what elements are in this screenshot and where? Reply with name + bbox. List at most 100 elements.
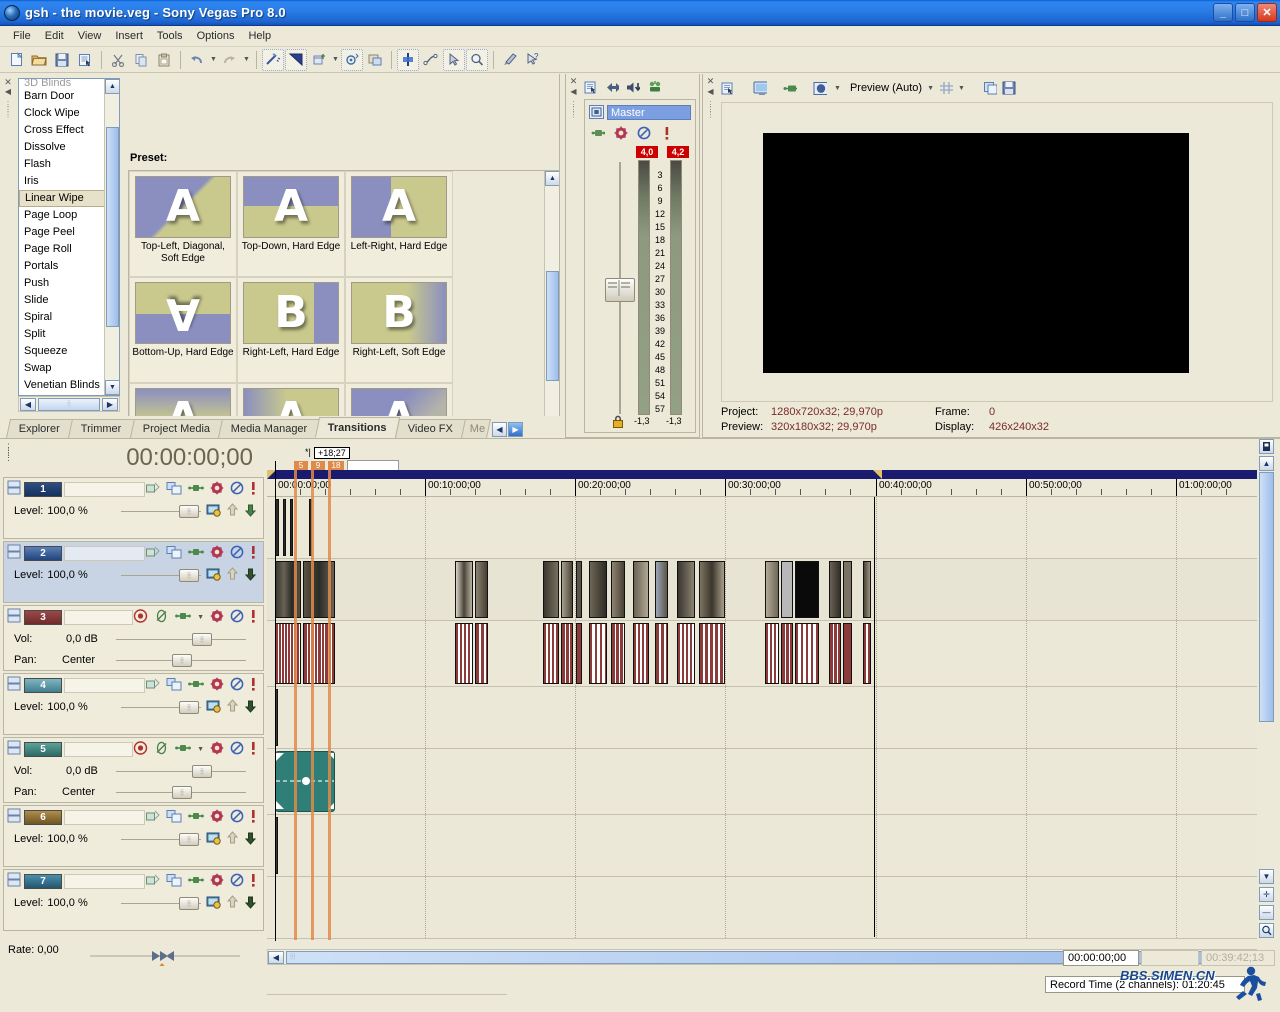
solo-icon[interactable] [250,873,257,890]
mixer-properties-icon[interactable] [584,80,598,94]
track-move-down-icon[interactable] [244,831,257,848]
insert-envelope-icon[interactable] [308,49,330,71]
track-motion-icon[interactable] [188,678,204,693]
track-record-icon[interactable] [206,831,222,848]
track-fx-icon[interactable] [145,873,160,890]
timeline-audio-clip[interactable] [275,623,301,684]
tab-trimmer[interactable]: Trimmer [67,419,135,438]
timeline-clip[interactable] [781,561,793,618]
split-screen-icon[interactable] [783,81,797,95]
timeline-clip[interactable] [611,561,625,618]
mute-icon[interactable] [230,809,244,826]
track-name-field[interactable] [64,677,145,693]
track-header-7[interactable]: 7 Level: 100,0 % ⦙⦙ [3,869,264,931]
compositing-mode-icon[interactable] [166,677,182,694]
solo-icon[interactable] [250,609,257,626]
record-arm-icon[interactable] [133,740,148,758]
timeline-clip[interactable] [543,561,559,618]
track-name-field[interactable] [64,545,145,561]
track-pan-slider[interactable]: ⦙⦙ [116,654,246,667]
compositing-mode-icon[interactable] [166,545,182,562]
grid-overlay-icon[interactable] [939,81,954,95]
scroll-thumb[interactable] [1259,472,1274,722]
scroll-down-icon[interactable]: ▼ [105,380,119,395]
undo-dropdown-icon[interactable]: ▼ [209,49,218,71]
mute-icon[interactable] [637,126,651,140]
timeline-clip[interactable] [829,561,841,618]
preset-cell[interactable]: B Right-Left, Soft Edge [345,277,453,383]
track-level-slider[interactable]: ⦙⦙ [121,897,201,910]
paint-tool-icon[interactable] [499,49,521,71]
track-name-field[interactable] [64,481,145,497]
timeline-clip[interactable] [795,561,819,618]
track-number[interactable]: 2 [24,545,62,561]
save-snapshot-icon[interactable] [1002,81,1016,95]
close-button[interactable]: ✕ [1257,3,1277,22]
preview-quality-dropdown-icon[interactable]: ▼ [927,85,934,92]
automation-icon[interactable] [210,609,224,626]
track-record-icon[interactable] [206,895,222,912]
timeline-clip[interactable] [455,561,473,618]
envelope-edit-tool-icon[interactable] [420,49,442,71]
mute-icon[interactable] [230,609,244,626]
marker-flag-icon[interactable] [1259,439,1274,454]
timeline-clip[interactable] [699,561,725,618]
track-minimize-icon[interactable] [7,544,21,562]
master-bus-label[interactable]: Master [607,104,691,120]
main-timecode-display[interactable]: 00:00:00;00 [0,439,265,477]
mixer-collapse-icon[interactable]: ◀ [568,87,579,96]
track-lane-1[interactable] [267,497,1257,559]
automation-icon[interactable] [210,677,224,694]
media-generators-icon[interactable] [364,49,386,71]
mute-icon[interactable] [230,545,244,562]
preview-video-surface[interactable] [763,133,1189,373]
dim-output-icon[interactable] [626,80,640,94]
preview-dock-grip[interactable]: ✕ ◀ ⋮ ⋮ ⋮ [705,76,716,426]
automation-settings-icon[interactable] [341,48,363,71]
automation-icon[interactable] [210,481,224,498]
scroll-up-icon[interactable]: ▲ [545,171,559,186]
track-lane-2[interactable] [267,559,1257,621]
track-header-3[interactable]: 3 ▼ Vol: 0,0 dB ⦙⦙ Pan: Center ⦙⦙ [3,605,264,671]
mixer-dock-grip[interactable]: ✕ ◀ ⋮ ⋮ ⋮ [568,76,579,426]
timeline-audio-clip[interactable] [475,623,488,684]
bus-properties-icon[interactable] [614,126,628,140]
timeline-clip[interactable] [576,561,582,618]
hscroll-left-icon[interactable]: ◀ [20,397,36,411]
insert-assignable-fx-icon[interactable] [647,80,661,94]
dock-close-icon[interactable]: ✕ [3,78,13,87]
timeline-audio-clip[interactable] [677,623,695,684]
timeline-audio-clip[interactable] [795,623,819,684]
track-fx-icon[interactable] [145,677,160,694]
whats-this-help-icon[interactable]: ? [522,49,544,71]
track-fx-icon[interactable] [145,545,160,562]
track-minimize-icon[interactable] [7,740,21,758]
automation-icon[interactable] [210,741,224,758]
envelope-dropdown-icon[interactable]: ▼ [331,49,340,71]
preview-collapse-icon[interactable]: ◀ [705,87,716,96]
timeline-audio-clip[interactable] [655,623,668,684]
track-number[interactable]: 3 [24,609,62,625]
master-bus-icon[interactable] [589,105,604,119]
timeline-audio-clip[interactable] [781,623,793,684]
hscroll-left-icon[interactable]: ◀ [268,950,284,964]
region-marker-5[interactable]: 5 [294,461,308,470]
menu-item-edit[interactable]: Edit [38,28,71,44]
menu-item-options[interactable]: Options [190,28,242,44]
overlay-icon[interactable] [813,81,827,95]
track-fx-dropdown-icon[interactable]: ▼ [197,746,204,753]
redo-icon[interactable] [219,49,241,71]
track-minimize-icon[interactable] [7,872,21,890]
track-move-up-icon[interactable] [226,698,239,716]
mixer-close-icon[interactable]: ✕ [568,76,579,87]
track-minimize-icon[interactable] [7,608,21,626]
preset-cell[interactable]: B Right-Left, Hard Edge [237,277,345,383]
mute-icon[interactable] [230,741,244,758]
track-volume-slider[interactable]: ⦙⦙ [116,633,246,646]
insert-fx-icon[interactable] [591,126,605,140]
compositing-mode-icon[interactable] [166,809,182,826]
compositing-mode-icon[interactable] [166,481,182,498]
region-line[interactable] [328,470,331,940]
solo-icon[interactable] [250,545,257,562]
track-motion-icon[interactable] [188,482,204,497]
